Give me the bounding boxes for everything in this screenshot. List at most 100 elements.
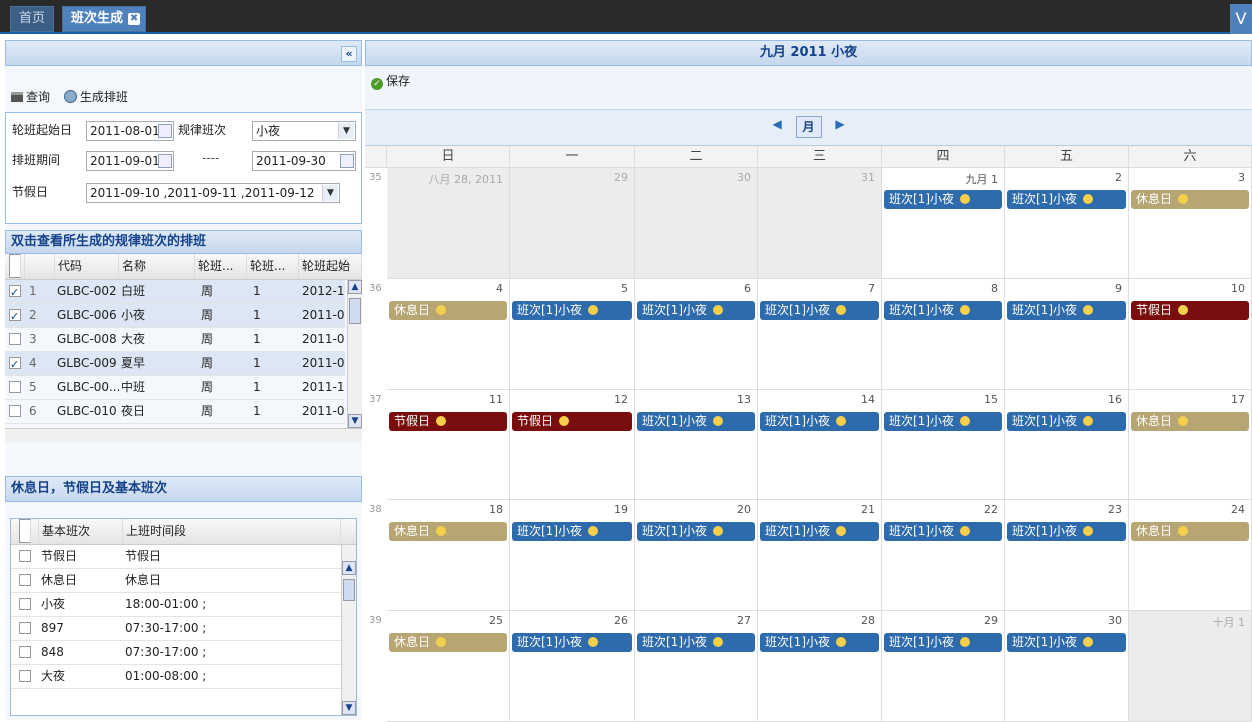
table-row[interactable]: 1 GLBC-002 白班 周 1 2012-1 bbox=[5, 280, 345, 304]
list-item[interactable]: 大夜 01:00-08:00 ; bbox=[11, 665, 341, 689]
day-cell[interactable]: 6 班次[1]小夜 bbox=[635, 279, 758, 390]
holiday-event[interactable]: 节假日 bbox=[512, 412, 632, 431]
calendar-icon[interactable] bbox=[158, 154, 172, 168]
shift-event[interactable]: 班次[1]小夜 bbox=[1007, 522, 1126, 541]
col-time-header[interactable]: 上班时间段 bbox=[123, 519, 341, 543]
chevron-down-icon[interactable]: ▼ bbox=[338, 123, 354, 139]
query-button[interactable]: 查询 bbox=[11, 86, 50, 108]
row-checkbox[interactable] bbox=[19, 598, 31, 610]
close-icon[interactable]: ✖ bbox=[128, 13, 141, 25]
day-cell[interactable]: 16 班次[1]小夜 bbox=[1005, 390, 1129, 500]
shift-event[interactable]: 班次[1]小夜 bbox=[884, 522, 1002, 541]
col-start-header[interactable]: 轮班起始 bbox=[299, 254, 362, 278]
period-to-field[interactable]: 2011-09-30 bbox=[252, 151, 356, 171]
day-cell[interactable]: 4 休息日 bbox=[387, 279, 510, 390]
day-cell[interactable]: 30 班次[1]小夜 bbox=[1005, 611, 1129, 722]
list-item[interactable]: 小夜 18:00-01:00 ; bbox=[11, 593, 341, 617]
day-cell[interactable]: 22 班次[1]小夜 bbox=[882, 500, 1005, 611]
day-cell[interactable]: 2 班次[1]小夜 bbox=[1005, 168, 1129, 279]
scroll-up-icon[interactable]: ▲ bbox=[348, 280, 362, 294]
scroll-down-icon[interactable]: ▼ bbox=[342, 701, 356, 715]
day-cell[interactable]: 9 班次[1]小夜 bbox=[1005, 279, 1129, 390]
shift-event[interactable]: 班次[1]小夜 bbox=[884, 190, 1002, 209]
day-cell[interactable]: 13 班次[1]小夜 bbox=[635, 390, 758, 500]
rest-day-event[interactable]: 休息日 bbox=[1131, 412, 1249, 431]
holiday-event[interactable]: 节假日 bbox=[1131, 301, 1249, 320]
day-cell[interactable]: 21 班次[1]小夜 bbox=[758, 500, 882, 611]
shift-event[interactable]: 班次[1]小夜 bbox=[760, 412, 879, 431]
day-cell[interactable]: 8 班次[1]小夜 bbox=[882, 279, 1005, 390]
day-cell[interactable]: 17 休息日 bbox=[1129, 390, 1252, 500]
table-row[interactable]: 5 GLBC-00... 中班 周 1 2011-1 bbox=[5, 376, 345, 400]
row-checkbox[interactable] bbox=[9, 309, 21, 321]
rest-day-event[interactable]: 休息日 bbox=[1131, 190, 1249, 209]
col-code-header[interactable]: 代码 bbox=[55, 254, 119, 278]
table-row[interactable]: 4 GLBC-009 夏早 周 1 2011-0 bbox=[5, 352, 345, 376]
holiday-field[interactable]: 2011-09-10 ,2011-09-11 ,2011-09-12 ▼ bbox=[86, 183, 340, 203]
select-all-checkbox[interactable] bbox=[9, 254, 21, 278]
shift-event[interactable]: 班次[1]小夜 bbox=[760, 633, 879, 652]
table-row[interactable]: 3 GLBC-008 大夜 周 1 2011-0 bbox=[5, 328, 345, 352]
tab-home[interactable]: 首页 bbox=[10, 6, 55, 32]
day-cell[interactable]: 5 班次[1]小夜 bbox=[510, 279, 635, 390]
row-checkbox[interactable] bbox=[9, 357, 21, 369]
row-checkbox[interactable] bbox=[9, 381, 21, 393]
holiday-event[interactable]: 节假日 bbox=[389, 412, 507, 431]
next-month-icon[interactable]: ▶ bbox=[835, 117, 844, 131]
scroll-up-icon[interactable]: ▲ bbox=[342, 561, 356, 575]
day-cell[interactable]: 23 班次[1]小夜 bbox=[1005, 500, 1129, 611]
rule-shift-grid-hscrollbar[interactable] bbox=[5, 428, 362, 442]
shift-event[interactable]: 班次[1]小夜 bbox=[637, 301, 755, 320]
day-cell[interactable]: 12 节假日 bbox=[510, 390, 635, 500]
shift-event[interactable]: 班次[1]小夜 bbox=[884, 633, 1002, 652]
shift-event[interactable]: 班次[1]小夜 bbox=[884, 412, 1002, 431]
shift-event[interactable]: 班次[1]小夜 bbox=[512, 522, 632, 541]
rule-shift-select[interactable]: 小夜 ▼ bbox=[252, 121, 356, 141]
row-checkbox[interactable] bbox=[19, 646, 31, 658]
day-cell[interactable]: 26 班次[1]小夜 bbox=[510, 611, 635, 722]
scroll-thumb[interactable] bbox=[343, 579, 355, 601]
rest-day-event[interactable]: 休息日 bbox=[389, 301, 507, 320]
day-cell[interactable]: 九月 1 班次[1]小夜 bbox=[882, 168, 1005, 279]
row-checkbox[interactable] bbox=[19, 670, 31, 682]
day-cell[interactable]: 7 班次[1]小夜 bbox=[758, 279, 882, 390]
col-count-header[interactable]: 轮班... bbox=[247, 254, 299, 278]
generate-schedule-button[interactable]: 生成排班 bbox=[63, 86, 128, 108]
day-cell[interactable]: 11 节假日 bbox=[387, 390, 510, 500]
shift-event[interactable]: 班次[1]小夜 bbox=[760, 301, 879, 320]
calendar-icon[interactable] bbox=[158, 124, 172, 138]
tab-shift-generation[interactable]: 班次生成 ✖ bbox=[62, 6, 147, 32]
day-cell[interactable]: 24 休息日 bbox=[1129, 500, 1252, 611]
rest-day-event[interactable]: 休息日 bbox=[1131, 522, 1249, 541]
day-cell[interactable]: 十月 1 bbox=[1129, 611, 1252, 722]
day-cell[interactable]: 20 班次[1]小夜 bbox=[635, 500, 758, 611]
period-from-field[interactable]: 2011-09-01 bbox=[86, 151, 174, 171]
scroll-down-icon[interactable]: ▼ bbox=[348, 414, 362, 428]
col-base-shift-header[interactable]: 基本班次 bbox=[39, 519, 123, 543]
shift-event[interactable]: 班次[1]小夜 bbox=[1007, 301, 1126, 320]
day-cell[interactable]: 25 休息日 bbox=[387, 611, 510, 722]
shift-event[interactable]: 班次[1]小夜 bbox=[760, 522, 879, 541]
prev-month-icon[interactable]: ◀ bbox=[772, 117, 781, 131]
day-cell[interactable]: 28 班次[1]小夜 bbox=[758, 611, 882, 722]
row-checkbox[interactable] bbox=[19, 622, 31, 634]
window-menu-button[interactable]: V bbox=[1230, 4, 1252, 34]
row-checkbox[interactable] bbox=[9, 405, 21, 417]
shift-event[interactable]: 班次[1]小夜 bbox=[637, 633, 755, 652]
day-cell[interactable]: 15 班次[1]小夜 bbox=[882, 390, 1005, 500]
table-row[interactable]: 6 GLBC-010 夜日 周 1 2011-0 bbox=[5, 400, 345, 424]
shift-event[interactable]: 班次[1]小夜 bbox=[1007, 190, 1126, 209]
day-cell[interactable]: 14 班次[1]小夜 bbox=[758, 390, 882, 500]
row-checkbox[interactable] bbox=[9, 333, 21, 345]
day-cell[interactable]: 29 班次[1]小夜 bbox=[882, 611, 1005, 722]
start-date-field[interactable]: 2011-08-01 bbox=[86, 121, 174, 141]
shift-event[interactable]: 班次[1]小夜 bbox=[884, 301, 1002, 320]
day-cell[interactable]: 31 bbox=[758, 168, 882, 279]
list-item[interactable]: 848 07:30-17:00 ; bbox=[11, 641, 341, 665]
shift-event[interactable]: 班次[1]小夜 bbox=[637, 412, 755, 431]
select-all-checkbox[interactable] bbox=[19, 519, 31, 543]
day-cell[interactable]: 10 节假日 bbox=[1129, 279, 1252, 390]
list-item[interactable]: 节假日 节假日 bbox=[11, 545, 341, 569]
rest-day-event[interactable]: 休息日 bbox=[389, 633, 507, 652]
month-view-button[interactable]: 月 bbox=[795, 116, 822, 138]
